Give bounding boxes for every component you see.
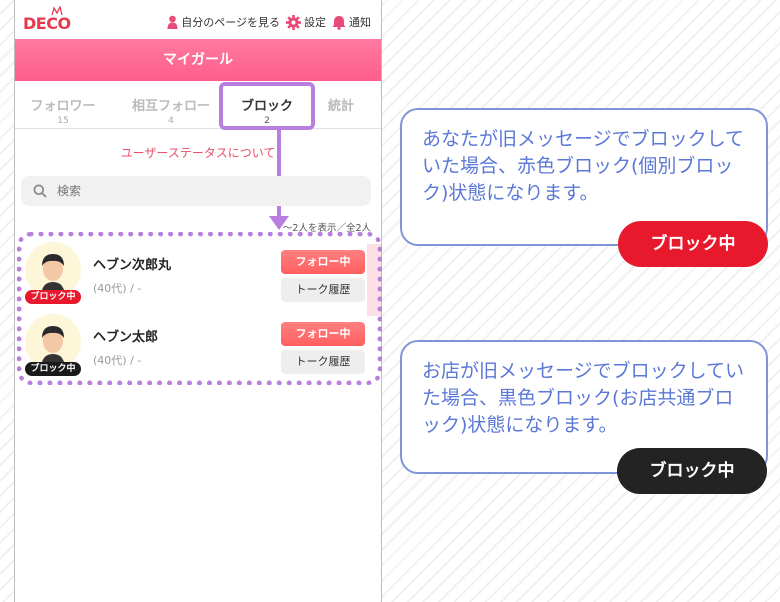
nav-notifications[interactable]: 通知 [332, 14, 371, 30]
phone-screen: DECO 自分のページを見る 設定 通知 マイガール フォロワー 15 相互フォ… [14, 0, 382, 602]
nav-notifications-label: 通知 [349, 16, 371, 29]
search-input[interactable] [55, 183, 339, 199]
page-title: マイガール [15, 39, 381, 81]
tab-block[interactable]: ブロック 2 [219, 82, 315, 130]
tab-followers-label: フォロワー [30, 99, 96, 114]
nav-settings[interactable]: 設定 [286, 14, 326, 30]
bell-icon [332, 15, 346, 30]
search-icon [33, 184, 47, 198]
tab-mutual[interactable]: 相互フォロー 4 [121, 95, 221, 126]
red-block-callout-text: あなたが旧メッセージでブロックしていた場合、赤色ブロック(個別ブロック)状態にな… [422, 128, 745, 204]
gear-icon [286, 14, 301, 30]
tab-followers[interactable]: フォロワー 15 [23, 95, 103, 126]
user-status-link[interactable]: ユーザーステータスについて [15, 144, 381, 161]
annotation-arrow-line [277, 128, 281, 222]
tab-stats-label: 統計 [327, 99, 354, 114]
logo-ornament-icon [51, 6, 63, 16]
black-block-pill: ブロック中 [617, 448, 767, 494]
nav-settings-label: 設定 [304, 16, 326, 29]
tab-bar: フォロワー 15 相互フォロー 4 ブロック 2 統計 [15, 82, 381, 130]
tab-block-label: ブロック [240, 99, 293, 114]
user-list-highlight [17, 232, 382, 385]
tab-stats[interactable]: 統計 [321, 95, 361, 114]
person-icon [167, 15, 178, 29]
black-block-callout-text: お店が旧メッセージでブロックしていた場合、黒色ブロック(お店共通ブロック)状態に… [422, 360, 745, 436]
top-nav: 自分のページを見る 設定 通知 [167, 14, 371, 30]
tab-followers-count: 15 [57, 116, 69, 126]
red-block-pill: ブロック中 [618, 221, 768, 267]
nav-mypage[interactable]: 自分のページを見る [167, 14, 280, 30]
tab-mutual-label: 相互フォロー [131, 99, 210, 114]
tab-block-count: 2 [264, 116, 270, 126]
tab-mutual-count: 4 [168, 116, 174, 126]
search-bar[interactable] [21, 176, 371, 206]
top-bar: DECO 自分のページを見る 設定 通知 [15, 0, 381, 38]
nav-mypage-label: 自分のページを見る [181, 16, 280, 29]
deco-logo[interactable]: DECO [23, 14, 71, 33]
